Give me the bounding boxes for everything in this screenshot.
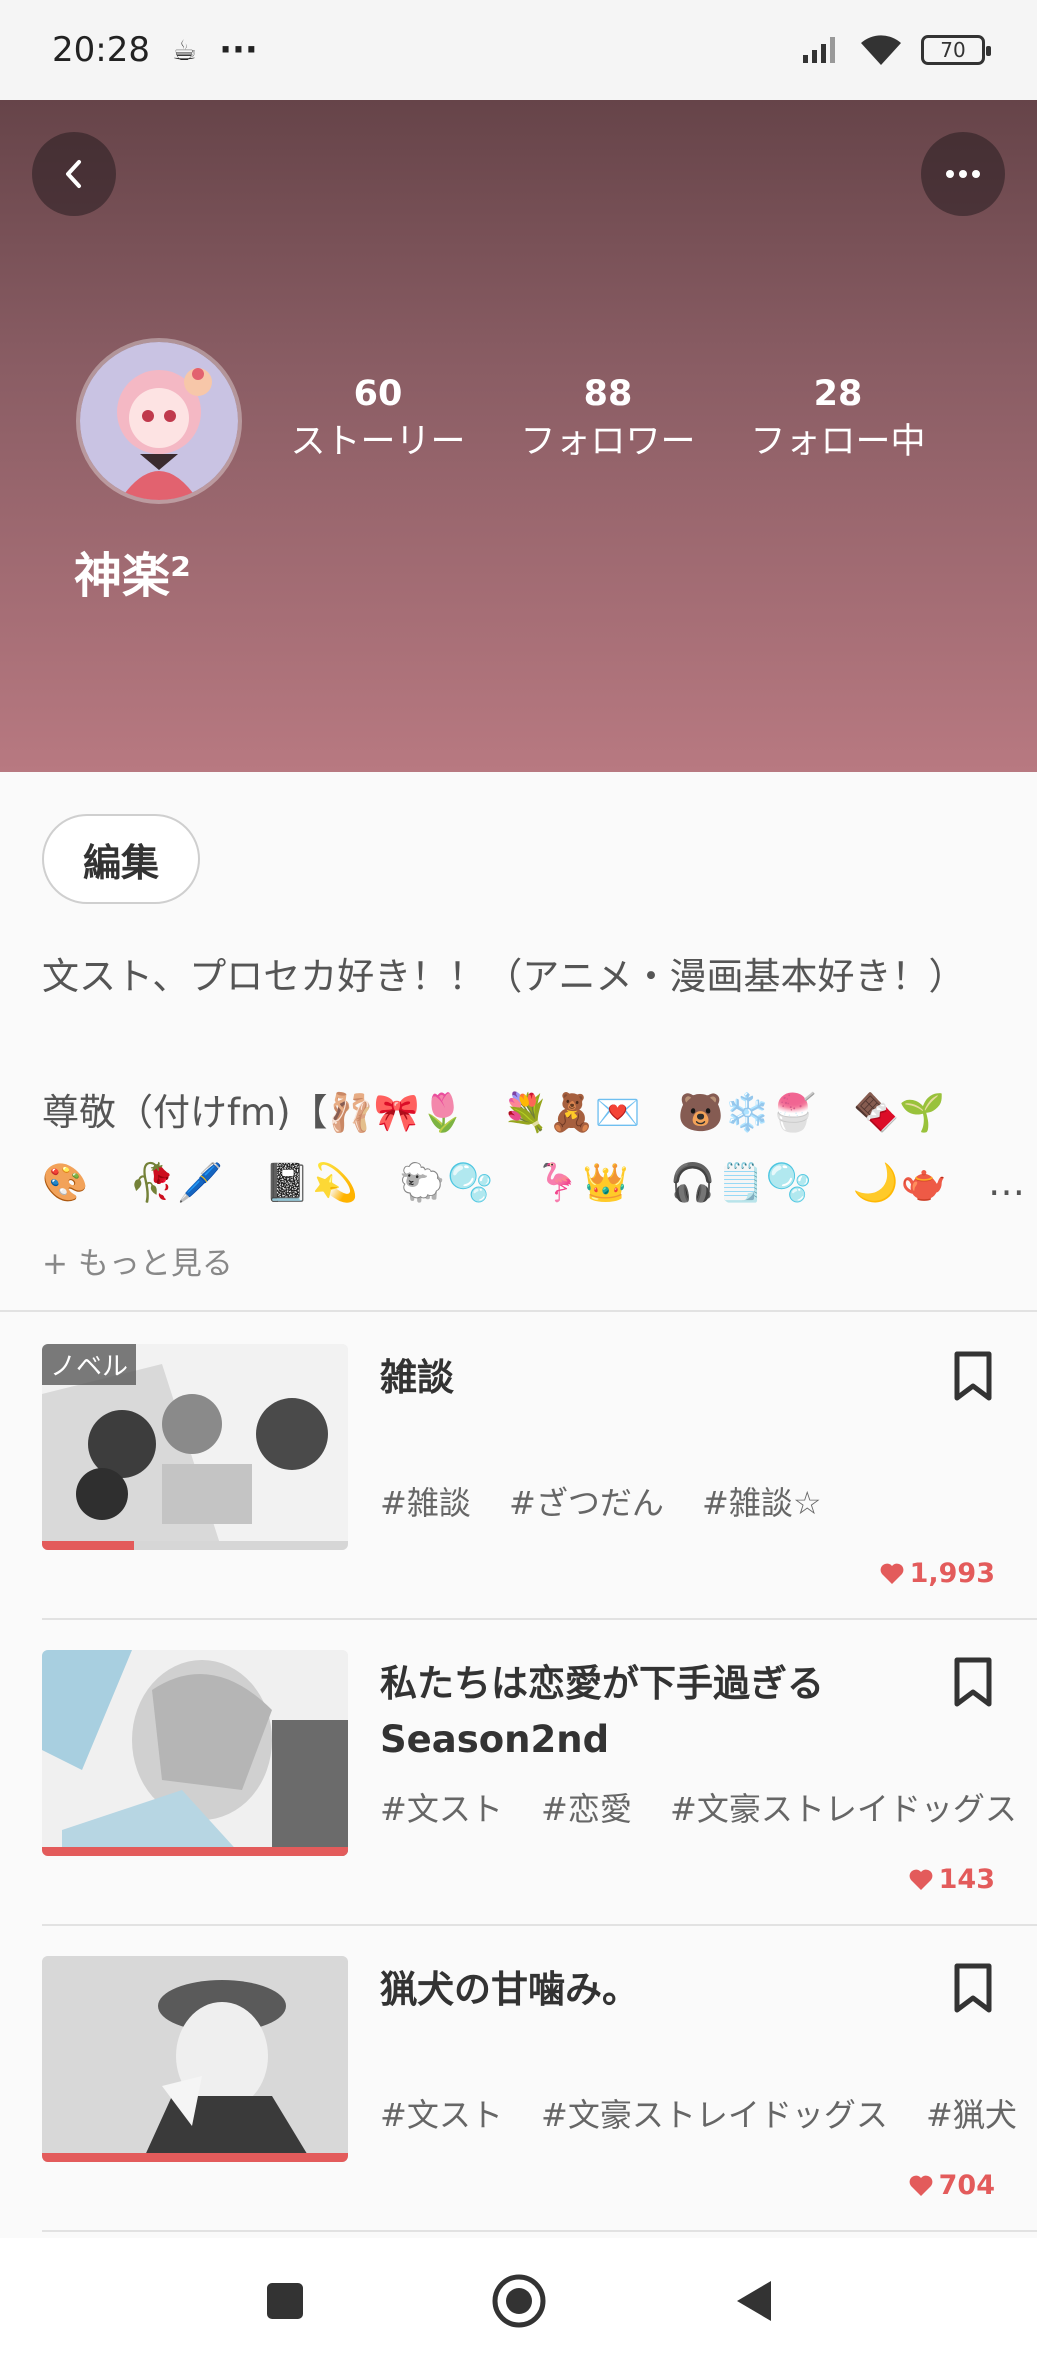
back-nav-icon[interactable] <box>733 2279 773 2323</box>
recent-apps-icon[interactable] <box>265 2281 305 2321</box>
chevron-left-icon <box>66 160 81 188</box>
divider <box>42 1618 1037 1620</box>
stat-stories-count: 60 <box>353 374 403 414</box>
notification-dots: ··· <box>219 30 258 70</box>
story-title[interactable]: 猟犬の甘噛み。 <box>380 1962 940 2018</box>
story-thumbnail[interactable] <box>42 1650 348 1856</box>
clock: 20:28 <box>52 30 150 70</box>
story-tags: #文スト #文豪ストレイドッグス #猟犬 <box>380 2090 1037 2136</box>
more-button[interactable] <box>921 132 1005 216</box>
story-tags: #文スト #恋愛 #文豪ストレイドッグス <box>380 1784 1037 1830</box>
signal-icon <box>803 37 835 63</box>
tag[interactable]: #文豪ストレイドッグス <box>541 2096 888 2134</box>
read-progress <box>42 1541 348 1550</box>
stat-following-count: 28 <box>813 374 863 414</box>
bio-text-line: 🎨 🥀🖊️ 📓💫 🐑🫧 🦩👑 🎧🗒️🫧 🌙🫖 … <box>42 1161 1027 1204</box>
tag[interactable]: #文スト <box>380 1790 503 1828</box>
tag[interactable]: #文スト <box>380 2096 503 2134</box>
story-item[interactable]: 私たちは恋愛が下手過ぎる Season2nd #文スト #恋愛 #文豪ストレイド… <box>42 1650 1037 1910</box>
thumbnail-image <box>42 1956 348 2162</box>
bio-text: 文スト、プロセカ好き！！（アニメ・漫画基本好き！） <box>42 955 966 998</box>
stat-followers[interactable]: 88 フォロワー <box>508 372 708 468</box>
divider <box>42 1924 1037 1926</box>
tag[interactable]: #猟犬 <box>926 2096 1017 2134</box>
like-count: 143 <box>909 1864 995 1895</box>
stat-followers-label: フォロワー <box>520 422 696 462</box>
like-count: 704 <box>909 2170 995 2201</box>
username: 神楽² <box>74 548 192 604</box>
battery-level: 70 <box>940 38 966 62</box>
thumbnail-image <box>42 1650 348 1856</box>
read-progress-fill <box>42 1541 134 1550</box>
profile-header: 60 ストーリー 88 フォロワー 28 フォロー中 神楽² <box>0 100 1037 772</box>
story-thumbnail[interactable]: ノベル <box>42 1344 348 1550</box>
status-left: 20:28 ☕ ··· <box>52 30 258 70</box>
avatar[interactable] <box>76 338 242 504</box>
stat-followers-count: 88 <box>583 374 633 414</box>
novel-badge: ノベル <box>42 1344 137 1385</box>
stat-stories-label: ストーリー <box>290 422 466 462</box>
status-bar: 20:28 ☕ ··· 70 <box>0 0 1037 100</box>
like-count-value: 143 <box>938 1864 995 1895</box>
like-count-value: 704 <box>938 2170 995 2201</box>
like-count: 1,993 <box>880 1558 995 1589</box>
battery-icon: 70 <box>921 35 991 65</box>
home-icon[interactable] <box>491 2273 547 2329</box>
tag[interactable]: #雑談☆ <box>702 1484 822 1522</box>
edit-profile-button[interactable]: 編集 <box>42 814 200 904</box>
story-title[interactable]: 私たちは恋愛が下手過ぎる Season2nd <box>380 1656 940 1768</box>
system-nav-bar <box>0 2238 1037 2364</box>
story-item[interactable]: 猟犬の甘噛み。 #文スト #文豪ストレイドッグス #猟犬 704 <box>42 1956 1037 2216</box>
bookmark-icon[interactable] <box>951 1962 995 2014</box>
story-tags: #雑談 #ざつだん #雑談☆ <box>380 1478 850 1524</box>
heart-icon <box>880 1563 903 1584</box>
read-progress-fill <box>42 1847 348 1856</box>
read-progress-fill <box>42 2153 348 2162</box>
bookmark-icon[interactable] <box>951 1656 995 1708</box>
heart-icon <box>909 1869 933 1890</box>
story-title[interactable]: 雑談 <box>380 1350 940 1406</box>
tag[interactable]: #文豪ストレイドッグス <box>670 1790 1017 1828</box>
avatar-image <box>80 342 238 500</box>
story-item[interactable]: ノベル 雑談 #雑談 #ざつだん #雑談☆ 1,993 <box>42 1344 1037 1604</box>
stat-following[interactable]: 28 フォロー中 <box>738 372 938 468</box>
status-right: 70 <box>801 33 991 67</box>
like-count-value: 1,993 <box>909 1558 995 1589</box>
cup-icon: ☕ <box>171 33 198 67</box>
heart-icon <box>909 2175 933 2196</box>
tag[interactable]: #雑談 <box>380 1484 471 1522</box>
wifi-icon <box>861 35 901 65</box>
read-progress <box>42 1847 348 1856</box>
bio-text-line: 尊敬（付けfm)【🩰🎀🌷 💐🧸💌 🐻❄️🍧 🍫🌱 <box>42 1091 946 1134</box>
story-thumbnail[interactable] <box>42 1956 348 2162</box>
tag[interactable]: #恋愛 <box>541 1790 632 1828</box>
read-progress <box>42 2153 348 2162</box>
divider <box>0 1310 1037 1312</box>
divider <box>42 2230 1037 2232</box>
stat-stories[interactable]: 60 ストーリー <box>278 372 478 468</box>
back-button[interactable] <box>32 132 116 216</box>
stat-following-label: フォロー中 <box>750 422 926 462</box>
more-horizontal-icon <box>946 170 980 178</box>
show-more-link[interactable]: + もっと見る <box>42 1238 233 1283</box>
tag[interactable]: #ざつだん <box>509 1484 664 1522</box>
bookmark-icon[interactable] <box>951 1350 995 1402</box>
